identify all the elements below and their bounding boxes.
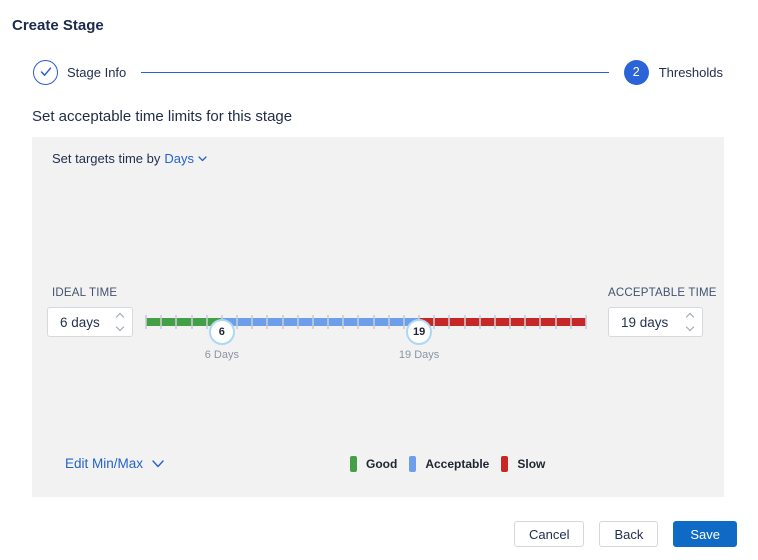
tick-mark — [311, 315, 314, 329]
tick-mark — [342, 315, 345, 329]
stepper-step-stage-info[interactable]: Stage Info — [33, 59, 127, 85]
slider-handle-label-ideal: 6 Days — [204, 349, 239, 361]
unit-dropdown[interactable]: Days — [164, 151, 207, 166]
cancel-button[interactable]: Cancel — [513, 521, 585, 547]
step-label-thresholds: Thresholds — [658, 64, 723, 80]
back-button[interactable]: Back — [599, 521, 659, 547]
legend-item-acceptable: Acceptable — [409, 456, 489, 472]
tick-mark — [205, 315, 208, 329]
footer-actions: Cancel Back Save — [513, 521, 737, 547]
unit-dropdown-value: Days — [164, 151, 195, 166]
slider-handle-label-acceptable: 19 Days — [398, 349, 440, 361]
check-icon — [40, 67, 52, 77]
tick-mark — [236, 315, 239, 329]
legend-label-slow: Slow — [517, 457, 546, 471]
slider-track[interactable]: 6 19 6 Days 19 Days — [145, 315, 587, 361]
create-stage-dialog: Create Stage Stage Info 2 Thresholds Set… — [0, 0, 758, 560]
acceptable-time-label: ACCEPTABLE TIME — [608, 287, 717, 299]
tick-mark — [433, 315, 436, 329]
edit-minmax-label: Edit Min/Max — [65, 456, 144, 471]
tick-mark — [509, 315, 512, 329]
ideal-time-input[interactable] — [48, 308, 115, 336]
thresholds-panel: Set targets time by Days IDEAL TIME 6 da… — [32, 137, 724, 497]
ideal-time-label: IDEAL TIME — [52, 287, 118, 299]
tick-mark — [554, 315, 557, 329]
tick-mark — [357, 315, 360, 329]
legend-item-slow: Slow — [501, 456, 545, 472]
tick-mark — [478, 315, 481, 329]
tick-mark — [266, 315, 269, 329]
step-completed-circle — [33, 59, 58, 85]
tick-mark — [463, 315, 466, 329]
stepper-connector-line — [141, 71, 609, 73]
tick-mark — [296, 315, 299, 329]
tick-mark — [145, 315, 147, 329]
step-label-stage-info: Stage Info — [67, 64, 127, 80]
tick-mark — [327, 315, 330, 329]
save-button[interactable]: Save — [673, 521, 737, 547]
tick-mark — [493, 315, 496, 329]
edit-minmax-toggle[interactable]: Edit Min/Max — [65, 456, 164, 471]
slider-handle-ideal[interactable]: 6 — [208, 319, 235, 345]
legend-swatch-acceptable — [409, 456, 417, 472]
ideal-time-field — [47, 307, 133, 337]
tick-mark — [251, 315, 254, 329]
legend-swatch-good — [350, 456, 357, 472]
spinner-up-icon[interactable] — [115, 312, 125, 322]
legend-swatch-slow — [501, 456, 509, 472]
legend-label-acceptable: Acceptable — [425, 457, 490, 471]
section-subtitle: Set acceptable time limits for this stag… — [32, 108, 293, 125]
tick-mark — [448, 315, 451, 329]
step-number: 2 — [632, 65, 640, 79]
legend-label-good: Good — [366, 457, 398, 471]
threshold-slider: 6 19 6 Days 19 Days — [145, 308, 587, 361]
targets-row: Set targets time by Days — [52, 151, 207, 166]
stepper-step-thresholds[interactable]: 2 Thresholds — [623, 59, 723, 85]
tick-mark — [569, 315, 572, 329]
legend-item-good: Good — [350, 456, 397, 472]
segment-slow — [419, 318, 586, 326]
tick-mark — [539, 315, 542, 329]
slider-handle-acceptable-value: 19 — [412, 326, 426, 338]
tick-mark — [524, 315, 527, 329]
stepper: Stage Info 2 Thresholds — [33, 59, 723, 85]
tick-mark — [160, 315, 163, 329]
targets-prefix-text: Set targets time by — [52, 151, 161, 166]
page-title: Create Stage — [12, 17, 104, 34]
acceptable-time-stepper[interactable] — [685, 312, 702, 332]
chevron-down-icon — [198, 155, 207, 162]
slider-handle-ideal-value: 6 — [218, 326, 225, 338]
tick-mark — [402, 315, 405, 329]
tick-mark — [281, 315, 284, 329]
tick-mark — [190, 315, 193, 329]
slider-handle-acceptable[interactable]: 19 — [406, 319, 433, 345]
legend: Good Acceptable Slow — [350, 456, 545, 472]
tick-mark — [175, 315, 178, 329]
spinner-down-icon[interactable] — [115, 322, 125, 332]
spinner-up-icon[interactable] — [685, 312, 695, 322]
ideal-time-stepper[interactable] — [115, 312, 132, 332]
tick-mark — [387, 315, 390, 329]
step-active-circle: 2 — [623, 59, 649, 85]
tick-mark — [585, 315, 587, 329]
acceptable-time-field — [608, 307, 703, 337]
chevron-down-icon — [152, 459, 164, 468]
tick-mark — [372, 315, 375, 329]
acceptable-time-input[interactable] — [609, 308, 685, 336]
spinner-down-icon[interactable] — [685, 322, 695, 332]
